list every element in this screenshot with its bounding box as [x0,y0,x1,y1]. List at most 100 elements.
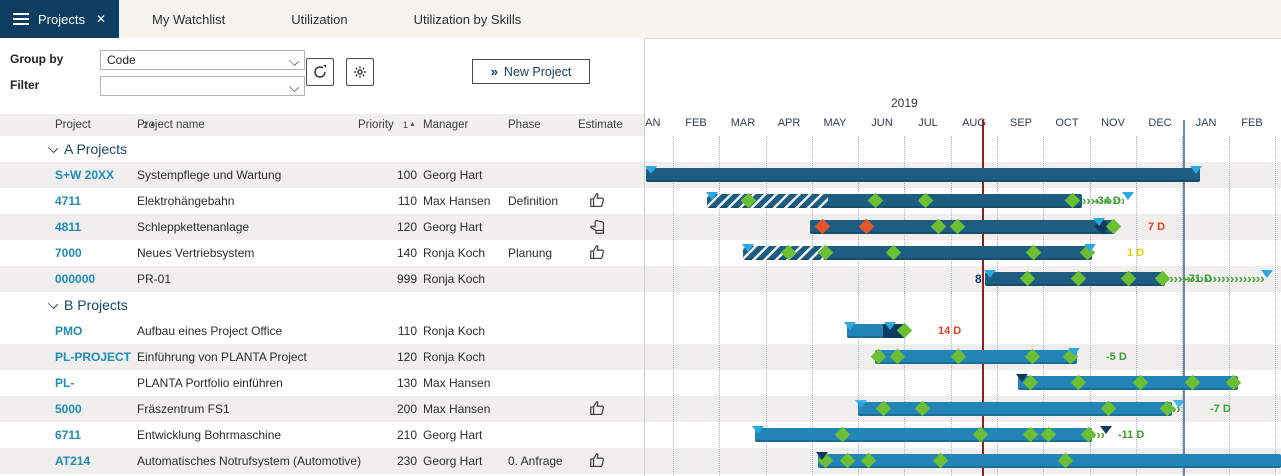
table-row-4811[interactable]: 4811Schleppkettenanlage120Georg Hart [0,214,644,240]
gantt-year-row: 2019 [645,96,1281,114]
manager-name: Georg Hart [423,162,505,188]
date-triangle [1016,374,1028,382]
table-row-4711[interactable]: 4711Elektrohängebahn110Max HansenDefinit… [0,188,644,214]
refresh-icon [312,64,328,80]
date-triangle [1122,192,1134,200]
project-code-link[interactable]: 000000 [55,266,135,292]
group-by-select[interactable]: Code [100,50,305,70]
project-name: PLANTA Portfolio einführen [137,370,352,396]
chevron-down-icon[interactable] [48,143,58,153]
priority-value: 200 [355,396,417,422]
manager-name: Ronja Koch [423,344,505,370]
project-code-link[interactable]: PMO [55,318,135,344]
table-row-pl-project[interactable]: PL-PROJECTEinführung von PLANTA Project1… [0,344,644,370]
thumb-up-icon[interactable] [588,191,612,211]
table-row-000000[interactable]: 000000PR-01999Ronja Koch [0,266,644,292]
gantt-bar-pl-portfolio[interactable] [1018,376,1238,390]
table-row-7000[interactable]: 7000Neues Vertriebsystem140Ronja KochPla… [0,240,644,266]
month-gridline [673,136,674,476]
project-code-link[interactable]: PL-PROJECT [55,344,135,370]
priority-value: 120 [355,214,417,240]
settings-button[interactable] [346,58,374,86]
date-triangle [1173,400,1185,408]
date-triangle [706,192,718,200]
tab-my-watchlist[interactable]: My Watchlist [119,0,258,38]
buffer-arrows: ›››››››››››››››››››››››››››››››››››››››› [1165,272,1264,286]
table-row-at214[interactable]: AT214Automatisches Notrufsystem (Automot… [0,448,644,474]
tab-projects[interactable]: Projects ✕ [0,0,119,38]
month-label: APR [766,117,812,129]
column-header-phase[interactable]: Phase [508,114,541,136]
thumb-up-icon[interactable] [588,399,612,419]
tab-utilization-by-skills[interactable]: Utilization by Skills [381,0,555,38]
project-name: PR-01 [137,266,352,292]
project-name: Systempflege und Wartung [137,162,352,188]
manager-name: Ronja Koch [423,266,505,292]
date-triangle [984,270,996,278]
gantt-bar-5000[interactable] [858,402,1172,416]
priority-value: 110 [355,318,417,344]
date-triangle [1093,218,1105,226]
phase-value: Definition [508,188,572,214]
month-label: JAN [1183,117,1229,129]
group-header-a-projects[interactable]: A Projects [0,136,644,162]
delay-label: 1 D [1127,246,1144,260]
delay-label: -11 D [1118,428,1144,442]
project-code-link[interactable]: 4711 [55,188,135,214]
table-row-5000[interactable]: 5000Fräszentrum FS1200Max Hansen [0,396,644,422]
thumb-up-icon[interactable] [588,243,612,263]
column-header-project[interactable]: Project [55,114,91,136]
project-code-link[interactable]: 7000 [55,240,135,266]
column-header-manager[interactable]: Manager [423,114,468,136]
date-triangle [855,400,867,408]
filter-select[interactable] [100,76,305,96]
group-label: A Projects [64,136,127,162]
manager-name: Georg Hart [423,422,505,448]
double-chevron-icon: » [491,64,496,79]
month-label: OCT [1044,117,1090,129]
table-row-pl-portfolio[interactable]: PL-PORTFOLIOPLANTA Portfolio einführen13… [0,370,644,396]
group-header-b-projects[interactable]: B Projects [0,292,644,318]
table-row-6711[interactable]: 6711Entwicklung Bohrmaschine210Georg Har… [0,422,644,448]
project-code-link[interactable]: 4811 [55,214,135,240]
month-label: MAY [812,117,858,129]
month-label: NOV [1090,117,1136,129]
column-header-name[interactable]: Project name [137,114,205,136]
month-gridline [719,136,720,476]
month-label: DEC [1137,117,1183,129]
delay-label: -71 D [1185,272,1212,286]
year-label: 2019 [891,96,918,110]
hamburger-menu-icon[interactable] [13,10,29,28]
gantt-bar-pl-project[interactable] [875,350,1077,364]
table-row-pmo[interactable]: PMOAufbau eines Project Office110Ronja K… [0,318,644,344]
month-gridline [812,136,813,476]
project-code-link[interactable]: AT214 [55,448,135,474]
tab-utilization[interactable]: Utilization [258,0,380,38]
new-project-button[interactable]: » New Project [472,59,590,84]
phase-value: Planung [508,240,572,266]
month-label: SEP [998,117,1044,129]
table-row-s-w-20xx[interactable]: S+W 20XXSystempflege und Wartung100Georg… [0,162,644,188]
refresh-button[interactable] [306,58,334,86]
date-triangle [816,452,828,460]
gantt-bar-s-w-20xx[interactable] [646,168,1200,182]
chevron-down-icon[interactable] [48,299,58,309]
column-header-estimate[interactable]: Estimate [578,114,623,136]
date-triangle [884,322,896,330]
date-triangle [645,166,657,174]
project-table-pane: Group by Code Filter [0,38,645,476]
delay-label: -34 D [1094,194,1121,208]
project-code-link[interactable]: S+W 20XX [55,162,135,188]
priority-value: 120 [355,344,417,370]
project-code-link[interactable]: 6711 [55,422,135,448]
month-gridline [858,136,859,476]
month-label: FEB [673,117,719,129]
group-label: B Projects [64,292,128,318]
thumb-side-icon[interactable] [588,217,612,237]
column-header-priority[interactable]: Priority [358,114,394,136]
gantt-bar-at214[interactable] [818,454,1281,468]
project-rows: A ProjectsS+W 20XXSystempflege und Wartu… [0,136,644,474]
project-code-link[interactable]: 5000 [55,396,135,422]
close-icon[interactable]: ✕ [96,12,106,26]
thumb-up-icon[interactable] [588,451,612,471]
